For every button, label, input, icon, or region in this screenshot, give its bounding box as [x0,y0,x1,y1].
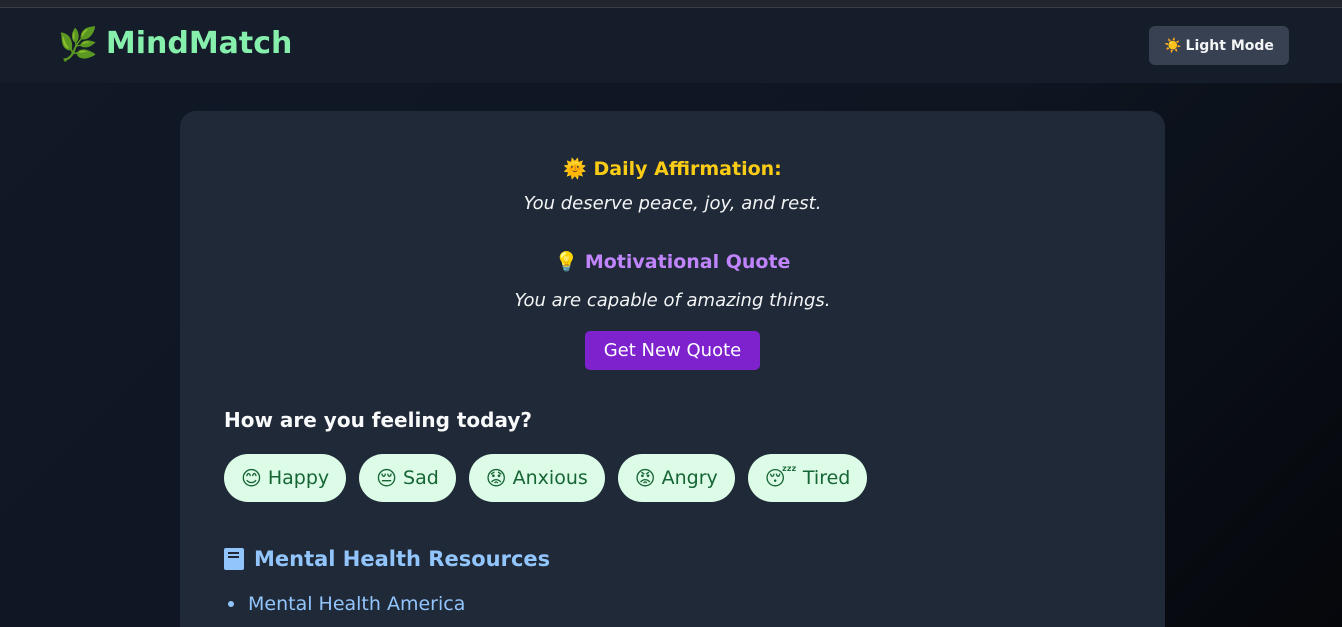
mood-button-tired[interactable]: 😴 Tired [747,454,868,502]
mood-button-sad[interactable]: 😔 Sad [359,454,456,502]
mood-label: Happy [267,467,330,489]
bullet-icon [228,601,234,607]
leaf-icon: 🌿 [58,24,98,63]
mood-button-anxious[interactable]: 😟 Anxious [468,454,605,502]
mood-question: How are you feeling today? [224,408,532,432]
navbar: 🌿 MindMatch ☀️ Light Mode [0,8,1342,83]
sleeping-face-icon: 😴 [764,466,797,490]
resources-heading: Mental Health Resources [224,547,550,571]
pensive-face-icon: 😔 [376,466,398,490]
brand-name: MindMatch [105,26,293,61]
theme-toggle-label: Light Mode [1185,37,1274,54]
window-top-strip [0,0,1342,8]
mood-label: Anxious [512,467,588,489]
sun-icon: ☀️ [1164,37,1182,54]
quote-heading: 💡 Motivational Quote [180,250,1165,273]
get-new-quote-button[interactable]: Get New Quote [585,331,760,370]
list-item: Mental Health America [224,593,465,615]
resource-link-mental-health-america[interactable]: Mental Health America [248,593,465,615]
mood-label: Angry [661,467,718,489]
main-card: 🌞 Daily Affirmation: You deserve peace, … [180,111,1165,627]
sun-face-icon: 🌞 [563,158,587,180]
affirmation-heading: 🌞 Daily Affirmation: [180,157,1165,180]
mood-button-angry[interactable]: 😡 Angry [617,454,735,502]
book-icon [224,548,244,570]
worried-face-icon: 😟 [485,466,507,490]
lightbulb-icon: 💡 [554,251,579,273]
affirmation-text: You deserve peace, joy, and rest. [523,193,822,214]
resources-list: Mental Health America [224,593,465,615]
smiling-face-icon: 😊 [241,466,262,490]
mood-label: Tired [802,467,851,489]
quote-title: Motivational Quote [584,251,791,273]
brand-logo[interactable]: 🌿 MindMatch [58,26,292,61]
theme-toggle-button[interactable]: ☀️ Light Mode [1149,26,1289,65]
angry-face-icon: 😡 [634,466,656,490]
affirmation-title: Daily Affirmation: [593,158,782,180]
mood-button-happy[interactable]: 😊 Happy [224,454,347,502]
quote-text: You are capable of amazing things. [514,290,831,311]
mood-options: 😊 Happy 😔 Sad 😟 Anxious 😡 Angry 😴 Tired [224,454,868,502]
mood-label: Sad [403,467,439,489]
resources-title: Mental Health Resources [254,547,551,571]
